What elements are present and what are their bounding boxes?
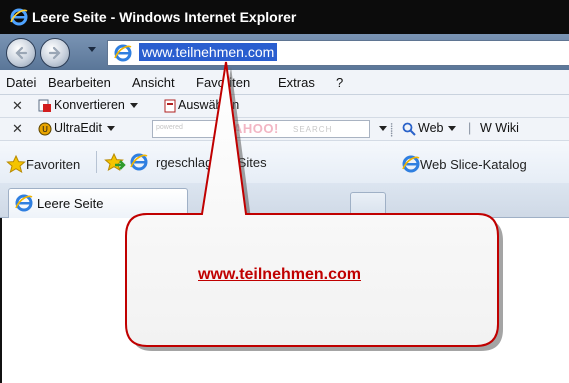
browser-window: Leere Seite - Windows Internet Explorer … [0,0,569,383]
callout-url-text: www.teilnehmen.com [198,266,361,283]
callout-bubble [125,61,503,351]
